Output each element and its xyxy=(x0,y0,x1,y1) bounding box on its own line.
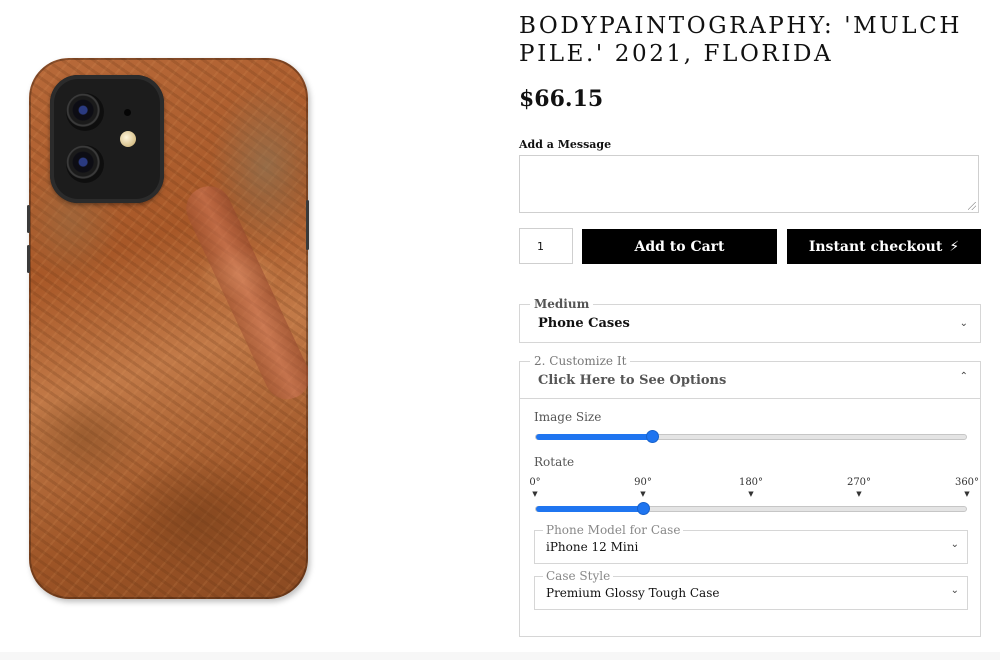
image-size-slider-fill xyxy=(536,434,653,440)
case-style-legend: Case Style xyxy=(543,569,614,583)
chevron-down-icon: ⌄ xyxy=(950,585,959,596)
tick-marker-icon: ▼ xyxy=(856,490,862,498)
camera-module xyxy=(50,75,164,203)
side-button xyxy=(27,205,30,233)
customize-options-panel: Image Size Rotate 0° ▼ 90° ▼ 180° ▼ 270° ▼ 360° ▼… xyxy=(519,398,981,637)
customize-toggle-label: Click Here to See Options xyxy=(538,373,727,388)
tick-marker-icon: ▼ xyxy=(640,490,646,498)
instant-checkout-label: Instant checkout xyxy=(808,238,943,255)
instant-checkout-button[interactable]: Instant checkout ⚡ xyxy=(787,229,981,264)
camera-lens-icon xyxy=(66,93,104,131)
product-price: $66.15 xyxy=(519,86,604,112)
camera-lens-icon xyxy=(66,145,104,183)
tick-marker-icon: ▼ xyxy=(532,490,538,498)
microphone-icon xyxy=(124,109,131,116)
artwork-figure xyxy=(179,178,308,407)
rotate-tick-label: 90° xyxy=(634,477,652,488)
product-title: BODYPAINTOGRAPHY: 'MULCH PILE.' 2021, FL… xyxy=(519,13,963,67)
chevron-down-icon: ⌄ xyxy=(950,539,959,550)
lightning-bolt-icon: ⚡ xyxy=(949,238,960,255)
image-size-label: Image Size xyxy=(534,410,602,424)
phone-model-select[interactable]: Phone Model for Case iPhone 12 Mini ⌄ xyxy=(534,523,968,564)
add-to-cart-button[interactable]: Add to Cart xyxy=(582,229,777,264)
message-label: Add a Message xyxy=(519,138,612,151)
tick-marker-icon: ▼ xyxy=(964,490,970,498)
page-footer-edge xyxy=(0,652,1000,660)
flash-icon xyxy=(120,131,136,147)
chevron-down-icon: ⌄ xyxy=(959,318,968,329)
rotate-label: Rotate xyxy=(534,455,575,469)
case-style-selected-value: Premium Glossy Tough Case xyxy=(546,586,720,600)
rotate-tick-label: 0° xyxy=(529,477,541,488)
rotate-slider-track[interactable] xyxy=(535,506,967,512)
side-button xyxy=(27,245,30,273)
phone-model-selected-value: iPhone 12 Mini xyxy=(546,540,639,554)
customize-legend: 2. Customize It xyxy=(530,353,631,369)
side-button xyxy=(306,200,309,250)
tick-marker-icon: ▼ xyxy=(748,490,754,498)
medium-select[interactable]: Medium Phone Cases ⌄ xyxy=(519,296,981,343)
rotate-tick-label: 180° xyxy=(738,477,764,488)
customize-toggle[interactable]: 2. Customize It Click Here to See Option… xyxy=(519,353,981,399)
add-to-cart-label: Add to Cart xyxy=(634,238,725,255)
image-size-slider-track[interactable] xyxy=(535,434,967,440)
rotate-tick-label: 270° xyxy=(846,477,872,488)
image-size-slider-thumb[interactable] xyxy=(645,430,659,443)
quantity-input[interactable]: 1 xyxy=(519,228,573,264)
rotate-slider-thumb[interactable] xyxy=(637,502,650,515)
rotate-slider-fill xyxy=(536,506,644,512)
resize-grip-icon[interactable] xyxy=(968,202,976,210)
rotate-tick-label: 360° xyxy=(954,477,980,488)
message-textarea[interactable] xyxy=(519,155,979,213)
chevron-up-icon: ⌃ xyxy=(959,371,968,382)
medium-legend: Medium xyxy=(530,296,594,312)
phone-model-legend: Phone Model for Case xyxy=(543,523,684,537)
case-style-select[interactable]: Case Style Premium Glossy Tough Case ⌄ xyxy=(534,569,968,610)
medium-selected-value: Phone Cases xyxy=(538,316,630,331)
